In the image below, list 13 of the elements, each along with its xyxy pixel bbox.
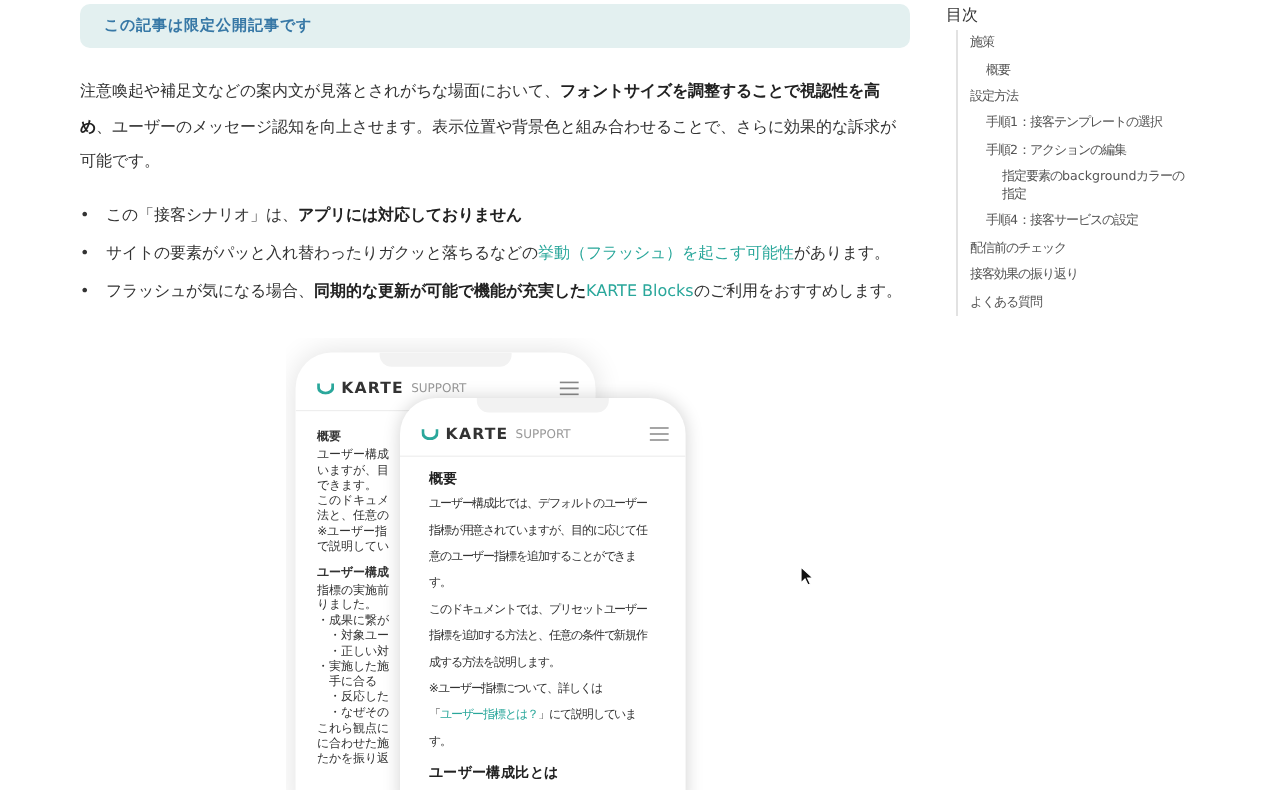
- logo-icon: [317, 381, 334, 394]
- logo-icon: [421, 427, 439, 439]
- bullet-text: この「接客シナリオ」は、アプリには対応しておりません: [106, 203, 522, 227]
- menu-icon[interactable]: [559, 380, 579, 395]
- toc-title: 目次: [946, 4, 980, 26]
- bullet-text: サイトの要素がパッと入れ替わったりガクッと落ちるなどの挙動（フラッシュ）を起こす可能性があります。: [106, 241, 890, 265]
- bullet-marker: •: [80, 279, 92, 303]
- intro-paragraph: 注意喚起や補足文などの案内文が見落とされがちな場面において、フォントサイズを調整することで視認性を高め、ユーザーのメッセージ認知を向上させます。表示位置や背景色と組み合わせることで、さらに効果的な訴求が可能です。: [80, 78, 898, 174]
- bullet-marker: •: [80, 241, 92, 265]
- bullet-text: フラッシュが気になる場合、同期的な更新が可能で機能が充実したKARTE Blocksのご利用をおすすめします。: [106, 279, 902, 304]
- menu-icon[interactable]: [649, 425, 669, 441]
- bullet-marker: •: [80, 203, 92, 227]
- mouse-pointer-icon: [800, 566, 814, 586]
